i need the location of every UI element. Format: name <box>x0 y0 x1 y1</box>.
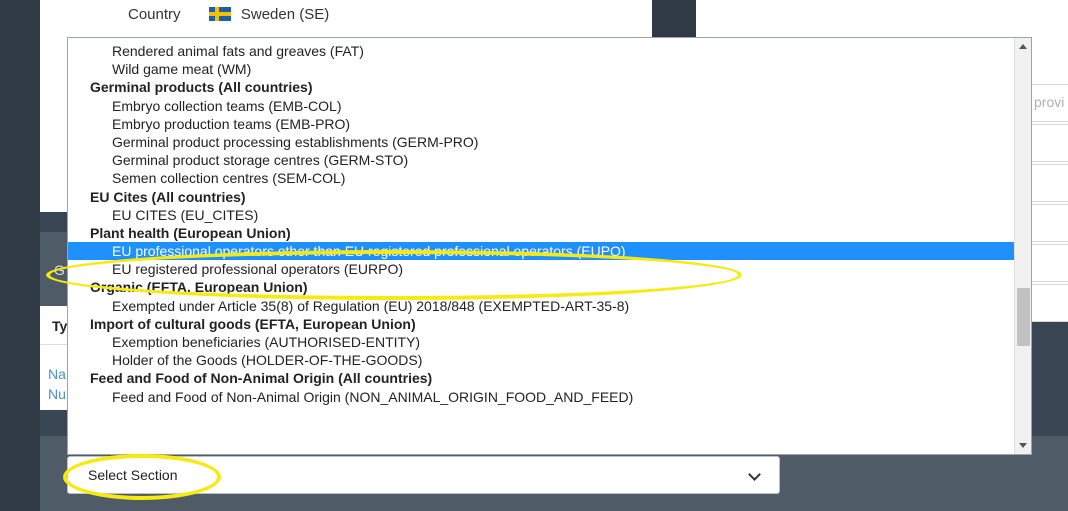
scroll-down-arrow-icon[interactable] <box>1019 443 1027 448</box>
chevron-down-icon <box>748 468 761 481</box>
info-type-heading: Ty <box>52 318 68 334</box>
dropdown-option[interactable]: Exemption beneficiaries (AUTHORISED-ENTI… <box>68 333 1016 351</box>
info-number-link[interactable]: Nu <box>48 386 66 402</box>
dropdown-option[interactable]: Holder of the Goods (HOLDER-OF-THE-GOODS… <box>68 351 1016 369</box>
optgroup-label: Plant health (European Union) <box>90 224 291 241</box>
optgroup-label: EU Cites (All countries) <box>90 188 246 205</box>
info-name-link[interactable]: Na <box>48 366 66 382</box>
dropdown-option[interactable]: Rendered animal fats and greaves (FAT) <box>68 42 1016 60</box>
dropdown-options: Rendered animal fats and greaves (FAT) Wi… <box>68 42 1016 406</box>
country-value: Sweden (SE) <box>240 6 330 23</box>
dropdown-option[interactable]: Exempted under Article 35(8) of Regulati… <box>68 297 1016 315</box>
mid-card-text: G <box>54 262 65 278</box>
dropdown-scrollbar[interactable] <box>1014 38 1031 454</box>
section-dropdown-list[interactable]: Rendered animal fats and greaves (FAT) Wi… <box>67 37 1032 455</box>
right-input-hint: provi <box>1034 94 1065 110</box>
country-row: Country Sweden (SE) <box>128 6 329 23</box>
dropdown-option[interactable]: Feed and Food of Non-Animal Origin (NON_… <box>68 388 1016 406</box>
dropdown-option[interactable]: Germinal product storage centres (GERM-S… <box>68 151 1016 169</box>
scroll-up-arrow-icon[interactable] <box>1019 44 1027 49</box>
dropdown-option[interactable]: EU CITES (EU_CITES) <box>68 206 1016 224</box>
scrollbar-thumb[interactable] <box>1017 287 1030 346</box>
dropdown-option[interactable]: Embryo collection teams (EMB-COL) <box>68 97 1016 115</box>
dropdown-option[interactable]: Germinal product processing establishmen… <box>68 133 1016 151</box>
section-select[interactable]: Select Section <box>67 456 780 494</box>
optgroup-label: Import of cultural goods (EFTA, European… <box>90 315 416 332</box>
country-label: Country <box>128 6 181 23</box>
dropdown-option[interactable]: EU registered professional operators (EU… <box>68 260 1016 278</box>
dropdown-option[interactable]: EU professional operators other than EU … <box>68 242 1016 261</box>
dropdown-option[interactable]: Embryo production teams (EMB-PRO) <box>68 115 1016 133</box>
optgroup-label: Germinal products (All countries) <box>90 79 313 96</box>
section-select-value: Select Section <box>88 467 178 483</box>
optgroup-label: Organic (EFTA, European Union) <box>90 279 308 296</box>
dropdown-option[interactable]: Wild game meat (WM) <box>68 60 1016 78</box>
sweden-flag-icon <box>208 7 231 21</box>
optgroup-label: Feed and Food of Non-Animal Origin (All … <box>90 370 433 387</box>
left-rail <box>0 0 40 511</box>
dropdown-option[interactable]: Semen collection centres (SEM-COL) <box>68 169 1016 187</box>
